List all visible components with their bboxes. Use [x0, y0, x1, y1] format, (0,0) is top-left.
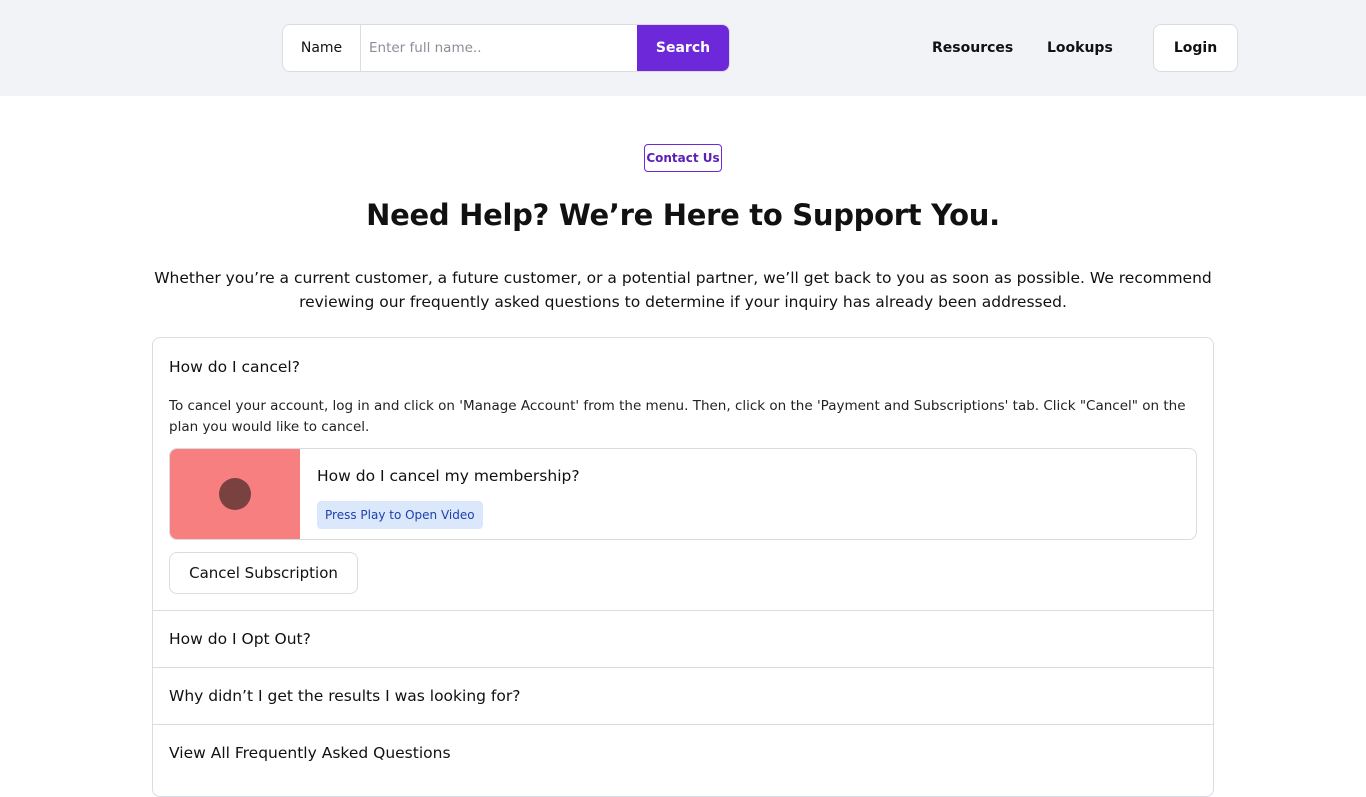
faq-item[interactable]: Why didn’t I get the results I was looki…	[153, 667, 1213, 724]
intro-text: Whether you’re a current customer, a fut…	[154, 269, 1212, 311]
play-icon[interactable]	[219, 478, 251, 510]
search-button[interactable]: Search	[637, 25, 729, 71]
faq-answer-cancel: To cancel your account, log in and click…	[169, 398, 1186, 435]
cancel-subscription-button[interactable]: Cancel Subscription	[169, 552, 358, 594]
search-bar: Name Search	[282, 24, 730, 72]
search-type-selector[interactable]: Name	[283, 25, 361, 71]
login-button[interactable]: Login	[1153, 24, 1238, 72]
video-title: How do I cancel my membership?	[317, 467, 580, 485]
faq-question: How do I Opt Out?	[169, 630, 311, 648]
faq-question-cancel[interactable]: How do I cancel?	[169, 358, 300, 376]
video-thumbnail[interactable]	[170, 449, 300, 539]
top-bar: Name Search Resources Lookups Login	[0, 0, 1366, 96]
faq-accordion: How do I cancel? To cancel your account,…	[152, 337, 1214, 797]
nav-resources-link[interactable]: Resources	[932, 40, 1013, 56]
search-input[interactable]	[361, 25, 637, 71]
contact-us-badge: Contact Us	[644, 144, 722, 172]
faq-item[interactable]: View All Frequently Asked Questions	[153, 724, 1213, 781]
video-card[interactable]: How do I cancel my membership? Press Pla…	[169, 448, 1197, 540]
page-title: Need Help? We’re Here to Support You.	[366, 198, 1000, 232]
nav-lookups-link[interactable]: Lookups	[1047, 40, 1113, 56]
faq-question: Why didn’t I get the results I was looki…	[169, 687, 521, 705]
faq-item[interactable]: How do I Opt Out?	[153, 610, 1213, 667]
video-badge: Press Play to Open Video	[317, 501, 483, 529]
faq-question: View All Frequently Asked Questions	[169, 744, 451, 762]
